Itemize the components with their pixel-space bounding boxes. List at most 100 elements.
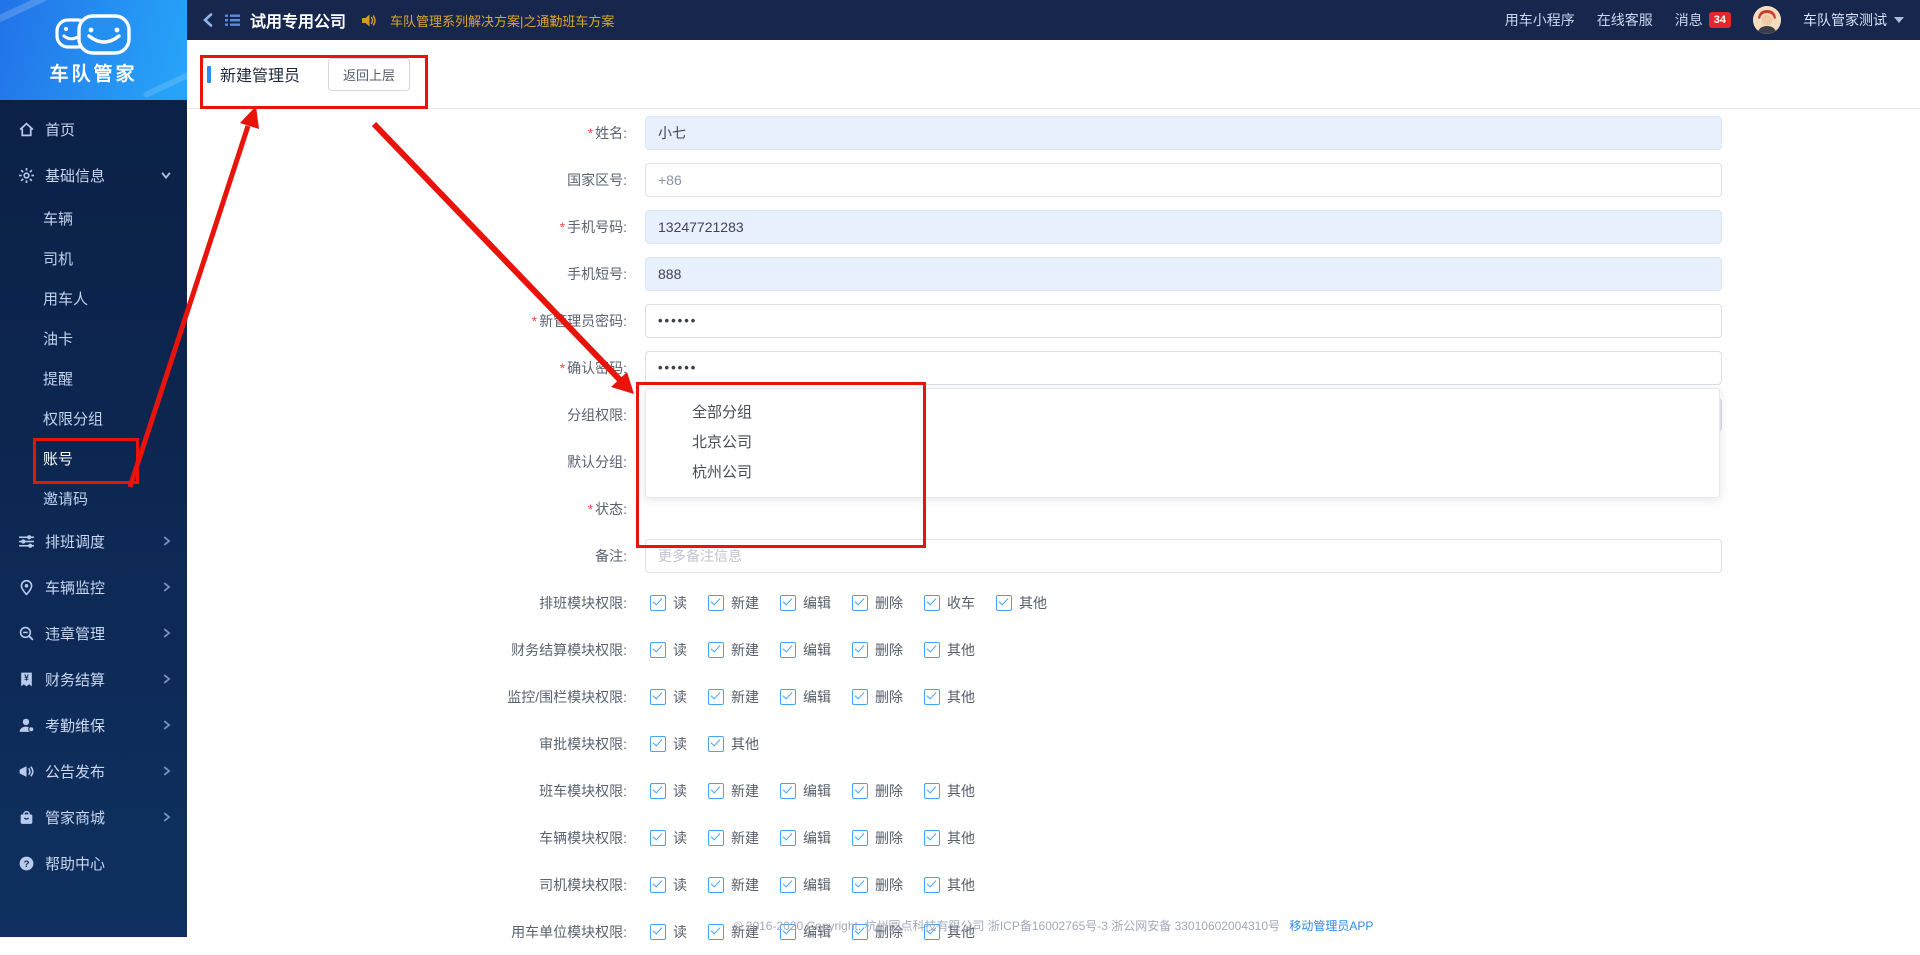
checkbox-新建[interactable]: 新建 <box>708 828 759 848</box>
sidebar-item-3[interactable]: 车辆监控 <box>0 564 187 610</box>
checked-checkbox-icon[interactable] <box>780 688 796 705</box>
sidebar-item-6[interactable]: 考勤维保 <box>0 702 187 748</box>
dropdown-option-全部分组[interactable]: 全部分组 <box>646 398 1719 428</box>
back-chevron-icon[interactable] <box>201 12 215 28</box>
sidebar-subitem-邀请码[interactable]: 邀请码 <box>0 478 187 518</box>
checkbox-删除[interactable]: 删除 <box>852 687 903 707</box>
checkbox-收车[interactable]: 收车 <box>924 593 975 613</box>
input-手机短号:[interactable]: 888 <box>645 256 1722 291</box>
checkbox-删除[interactable]: 删除 <box>852 875 903 895</box>
company-name[interactable]: 试用专用公司 <box>250 8 346 32</box>
sidebar-item-9[interactable]: ? 帮助中心 <box>0 840 187 886</box>
sidebar-subitem-提醒[interactable]: 提醒 <box>0 358 187 398</box>
checkbox-删除[interactable]: 删除 <box>852 828 903 848</box>
checkbox-删除[interactable]: 删除 <box>852 781 903 801</box>
checked-checkbox-icon[interactable] <box>650 594 666 611</box>
sidebar-item-4[interactable]: 违章管理 <box>0 610 187 656</box>
checkbox-新建[interactable]: 新建 <box>708 640 759 660</box>
checked-checkbox-icon[interactable] <box>924 876 940 893</box>
checkbox-读[interactable]: 读 <box>650 640 687 660</box>
checkbox-读[interactable]: 读 <box>650 734 687 754</box>
checkbox-其他[interactable]: 其他 <box>924 687 975 707</box>
checkbox-读[interactable]: 读 <box>650 593 687 613</box>
checked-checkbox-icon[interactable] <box>650 641 666 658</box>
back-to-parent-button[interactable]: 返回上层 <box>328 57 411 91</box>
checkbox-删除[interactable]: 删除 <box>852 593 903 613</box>
checked-checkbox-icon[interactable] <box>708 688 724 705</box>
checked-checkbox-icon[interactable] <box>780 641 796 658</box>
checked-checkbox-icon[interactable] <box>780 829 796 846</box>
checked-checkbox-icon[interactable] <box>780 876 796 893</box>
checked-checkbox-icon[interactable] <box>852 594 868 611</box>
checkbox-编辑[interactable]: 编辑 <box>780 593 831 613</box>
checkbox-编辑[interactable]: 编辑 <box>780 640 831 660</box>
mobile-admin-app-link[interactable]: 移动管理员APP <box>1289 919 1373 933</box>
sidebar-item-7[interactable]: 公告发布 <box>0 748 187 794</box>
checked-checkbox-icon[interactable] <box>852 641 868 658</box>
sidebar-subitem-权限分组[interactable]: 权限分组 <box>0 398 187 438</box>
avatar[interactable] <box>1753 6 1781 34</box>
checkbox-新建[interactable]: 新建 <box>708 593 759 613</box>
checked-checkbox-icon[interactable] <box>708 876 724 893</box>
checked-checkbox-icon[interactable] <box>650 876 666 893</box>
sidebar-item-8[interactable]: 管家商城 <box>0 794 187 840</box>
checkbox-删除[interactable]: 删除 <box>852 640 903 660</box>
checked-checkbox-icon[interactable] <box>852 782 868 799</box>
checked-checkbox-icon[interactable] <box>708 594 724 611</box>
checkbox-读[interactable]: 读 <box>650 875 687 895</box>
checked-checkbox-icon[interactable] <box>650 688 666 705</box>
sidebar-item-2[interactable]: 排班调度 <box>0 518 187 564</box>
nav-messages[interactable]: 消息 34 <box>1675 10 1731 30</box>
sidebar-subitem-司机[interactable]: 司机 <box>0 238 187 278</box>
checked-checkbox-icon[interactable] <box>852 829 868 846</box>
checkbox-编辑[interactable]: 编辑 <box>780 875 831 895</box>
input-手机号码:[interactable]: 13247721283 <box>645 209 1722 244</box>
input-新管理员密码:[interactable]: •••••• <box>645 303 1722 338</box>
nav-online-service[interactable]: 在线客服 <box>1597 10 1653 30</box>
sidebar-subitem-用车人[interactable]: 用车人 <box>0 278 187 318</box>
checked-checkbox-icon[interactable] <box>708 829 724 846</box>
checkbox-其他[interactable]: 其他 <box>924 640 975 660</box>
checked-checkbox-icon[interactable] <box>924 688 940 705</box>
sidebar-item-0[interactable]: 首页 <box>0 106 187 152</box>
checkbox-读[interactable]: 读 <box>650 687 687 707</box>
checkbox-编辑[interactable]: 编辑 <box>780 781 831 801</box>
dropdown-option-北京公司[interactable]: 北京公司 <box>646 428 1719 458</box>
checkbox-其他[interactable]: 其他 <box>924 781 975 801</box>
sidebar-subitem-账号[interactable]: 账号 <box>0 438 187 478</box>
checked-checkbox-icon[interactable] <box>780 594 796 611</box>
sidebar-item-1[interactable]: 基础信息 <box>0 152 187 198</box>
checkbox-其他[interactable]: 其他 <box>708 734 759 754</box>
input-国家区号:[interactable]: +86 <box>645 162 1722 197</box>
checked-checkbox-icon[interactable] <box>924 782 940 799</box>
input-备注:[interactable]: 更多备注信息 <box>645 538 1722 573</box>
sidebar-subitem-车辆[interactable]: 车辆 <box>0 198 187 238</box>
checked-checkbox-icon[interactable] <box>708 782 724 799</box>
menu-list-icon[interactable] <box>224 12 241 28</box>
checked-checkbox-icon[interactable] <box>780 782 796 799</box>
checked-checkbox-icon[interactable] <box>924 594 940 611</box>
checked-checkbox-icon[interactable] <box>924 829 940 846</box>
checked-checkbox-icon[interactable] <box>924 641 940 658</box>
checkbox-读[interactable]: 读 <box>650 781 687 801</box>
user-menu[interactable]: 车队管家测试 <box>1803 10 1904 30</box>
checked-checkbox-icon[interactable] <box>708 735 724 752</box>
checkbox-编辑[interactable]: 编辑 <box>780 687 831 707</box>
checked-checkbox-icon[interactable] <box>708 641 724 658</box>
checked-checkbox-icon[interactable] <box>996 594 1012 611</box>
checkbox-其他[interactable]: 其他 <box>924 828 975 848</box>
checked-checkbox-icon[interactable] <box>852 688 868 705</box>
dropdown-option-杭州公司[interactable]: 杭州公司 <box>646 458 1719 488</box>
checked-checkbox-icon[interactable] <box>650 829 666 846</box>
checkbox-其他[interactable]: 其他 <box>996 593 1047 613</box>
nav-mini-program[interactable]: 用车小程序 <box>1505 10 1575 30</box>
sidebar-item-5[interactable]: ¥ 财务结算 <box>0 656 187 702</box>
checkbox-读[interactable]: 读 <box>650 828 687 848</box>
checkbox-其他[interactable]: 其他 <box>924 875 975 895</box>
checkbox-新建[interactable]: 新建 <box>708 687 759 707</box>
checkbox-新建[interactable]: 新建 <box>708 781 759 801</box>
checkbox-编辑[interactable]: 编辑 <box>780 828 831 848</box>
checkbox-新建[interactable]: 新建 <box>708 875 759 895</box>
checked-checkbox-icon[interactable] <box>650 782 666 799</box>
sidebar-subitem-油卡[interactable]: 油卡 <box>0 318 187 358</box>
